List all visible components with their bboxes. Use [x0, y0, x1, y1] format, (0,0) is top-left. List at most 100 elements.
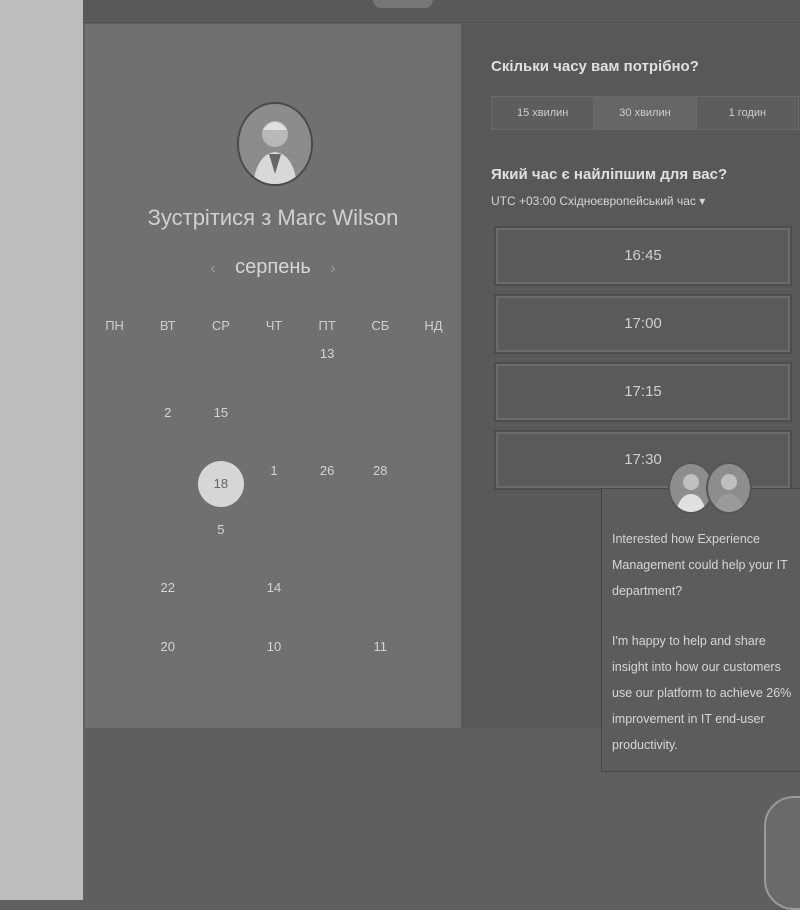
duration-question: Скільки часу вам потрібно?	[491, 58, 699, 75]
day-number: 22	[160, 580, 175, 595]
duration-option[interactable]: 15 хвилин	[492, 97, 595, 129]
calendar-day	[141, 512, 194, 571]
calendar-day[interactable]: 20	[141, 629, 194, 688]
calendar-day	[301, 629, 354, 688]
calendar-day[interactable]: 5	[194, 512, 247, 571]
calendar-day	[354, 395, 407, 454]
weekday-header: ПН ВТ СР ЧТ ПТ СБ НД	[88, 318, 460, 333]
day-number: 5	[217, 521, 225, 537]
agent-avatar	[706, 462, 752, 514]
host-avatar	[237, 102, 313, 186]
calendar-day-selected[interactable]: 18	[194, 453, 247, 512]
chat-agents	[668, 462, 758, 522]
calendar-day	[88, 570, 141, 629]
calendar-day	[194, 570, 247, 629]
month-label: серпень	[235, 256, 311, 278]
duration-selector: 15 хвилин 30 хвилин 1 годин	[491, 96, 799, 130]
person-icon	[239, 104, 311, 184]
calendar-day	[407, 453, 460, 512]
calendar-day	[407, 629, 460, 688]
timezone-label: UTC +03:00 Східноєвропейський час	[491, 194, 696, 208]
calendar-day[interactable]: 13	[301, 336, 354, 395]
calendar-week: 5	[88, 512, 460, 571]
weekday-label: СБ	[371, 318, 390, 333]
calendar-day	[407, 512, 460, 571]
calendar-day[interactable]: 2	[141, 395, 194, 454]
day-number: 20	[160, 638, 175, 654]
duration-option[interactable]: 1 годин	[697, 97, 798, 129]
meeting-title: Зустрітися з Marc Wilson	[147, 205, 399, 230]
weekday-label: НД	[424, 318, 443, 333]
calendar-day	[247, 395, 300, 454]
top-bar	[83, 0, 800, 23]
calendar-day[interactable]: 14	[247, 570, 300, 629]
calendar-day	[88, 395, 141, 454]
weekday-label: ЧТ	[265, 318, 283, 333]
day-number: 2	[164, 404, 172, 420]
calendar-day	[247, 336, 300, 395]
time-slot-button[interactable]: 17:15	[494, 362, 792, 422]
time-slot-button[interactable]: 16:45	[494, 226, 792, 286]
calendar-day	[407, 570, 460, 629]
logo	[373, 0, 433, 8]
calendar-day	[194, 629, 247, 688]
day-number: 11	[373, 638, 388, 654]
day-number: 1	[270, 463, 278, 478]
calendar-day	[301, 570, 354, 629]
day-number: 26	[319, 463, 335, 478]
weekday-label: ПН	[105, 318, 124, 333]
calendar-day	[301, 512, 354, 571]
calendar-grid: 13 2 15 18 1 26 28 5 22 14 20 10 11	[88, 336, 460, 687]
duration-option[interactable]: 30 хвилин	[594, 97, 697, 129]
calendar-day	[407, 395, 460, 454]
weekday-label: СР	[211, 318, 230, 333]
calendar-week: 20 10 11	[88, 629, 460, 688]
time-slot-button[interactable]: 17:00	[494, 294, 792, 354]
calendar-day	[88, 453, 141, 512]
calendar-day	[88, 629, 141, 688]
calendar-day[interactable]: 26	[301, 453, 354, 512]
calendar-day	[301, 395, 354, 454]
day-number: 13	[319, 346, 335, 361]
timezone-select[interactable]: UTC +03:00 Східноєвропейський час ▾	[491, 194, 705, 208]
day-number: 15	[213, 404, 229, 420]
weekday-label: ПТ	[318, 318, 336, 333]
calendar-day	[354, 336, 407, 395]
calendar-week: 13	[88, 336, 460, 395]
calendar-day[interactable]: 10	[247, 629, 300, 688]
calendar-day	[88, 512, 141, 571]
calendar-day	[194, 336, 247, 395]
time-question: Який час є найліпшим для вас?	[491, 166, 728, 183]
chat-message: Interested how Experience Management cou…	[612, 526, 800, 782]
prev-month-button[interactable]: ‹	[210, 260, 215, 277]
calendar-week: 22 14	[88, 570, 460, 629]
calendar-day	[407, 336, 460, 395]
chat-launcher-button[interactable]	[764, 796, 800, 910]
calendar-day[interactable]: 22	[141, 570, 194, 629]
calendar-week: 2 15	[88, 395, 460, 454]
calendar-week: 18 1 26 28	[88, 453, 460, 512]
chevron-down-icon: ▾	[699, 194, 706, 208]
weekday-label: ВТ	[159, 318, 176, 333]
calendar-day	[88, 336, 141, 395]
chat-paragraph: Interested how Experience Management cou…	[612, 532, 788, 598]
calendar-day	[141, 336, 194, 395]
next-month-button[interactable]: ›	[330, 260, 335, 277]
time-slot-list: 16:45 17:00 17:15 17:30	[494, 226, 792, 498]
calendar-day[interactable]: 1	[247, 453, 300, 512]
calendar-day	[354, 570, 407, 629]
left-strip	[0, 0, 83, 900]
calendar-day[interactable]: 28	[354, 453, 407, 512]
person-icon	[714, 474, 744, 512]
calendar-day[interactable]: 11	[354, 629, 407, 688]
calendar-day	[247, 512, 300, 571]
calendar-day[interactable]: 15	[194, 395, 247, 454]
day-number: 28	[373, 463, 388, 478]
day-number: 10	[266, 638, 282, 654]
chat-paragraph: I'm happy to help and share insight into…	[612, 634, 792, 752]
day-number: 18	[197, 461, 244, 507]
month-navigator: ‹ серпень ›	[85, 256, 461, 279]
calendar-day	[141, 453, 194, 512]
day-number: 14	[266, 580, 282, 595]
calendar-day	[354, 512, 407, 571]
